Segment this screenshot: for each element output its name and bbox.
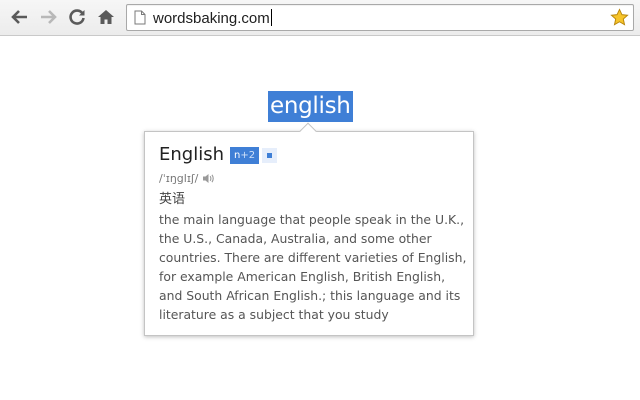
add-word-icon[interactable] [262,147,278,163]
browser-toolbar: wordsbaking.com [0,0,640,36]
speaker-icon[interactable] [202,173,215,184]
definition-line: for example American English, British En… [159,269,446,284]
level-badge[interactable]: n+2 [230,146,260,164]
home-button[interactable] [95,6,117,28]
level-badge-suffix: +2 [240,149,256,161]
headword: English [159,144,224,165]
definition-line: countries. There are different varieties… [159,250,467,265]
phonetic: /ˈɪŋglɪʃ/ [159,171,199,185]
definition-line: and South African English.; this languag… [159,288,461,303]
headword-row: English n+2 [159,143,278,167]
definition-line: the U.S., Canada, Australia, and some ot… [159,231,432,246]
dictionary-popup: English n+2 /ˈɪŋglɪʃ/ 英语 the main langua… [144,122,474,336]
definition-line: literature as a subject that you study [159,307,389,322]
arrow-right-icon [41,10,57,24]
phonetic-row: /ˈɪŋglɪʃ/ [159,170,215,186]
address-bar[interactable]: wordsbaking.com [126,4,634,31]
forward-button[interactable] [38,6,60,28]
back-button[interactable] [8,6,30,28]
text-caret [270,9,272,26]
selected-word[interactable]: english [268,91,353,122]
arrow-left-icon [11,10,27,24]
url-value: wordsbaking.com [153,10,270,27]
definition: the main language that people speak in t… [159,210,467,324]
page-icon [134,10,146,25]
reload-button[interactable] [66,6,88,28]
reload-icon [69,9,85,25]
add-word-square [267,152,273,158]
popup-pointer [299,122,317,140]
translation: 英语 [159,192,186,207]
url-text[interactable]: wordsbaking.com [153,9,272,27]
definition-line: the main language that people speak in t… [159,212,465,227]
home-icon [98,10,114,24]
star-icon[interactable] [610,8,629,27]
